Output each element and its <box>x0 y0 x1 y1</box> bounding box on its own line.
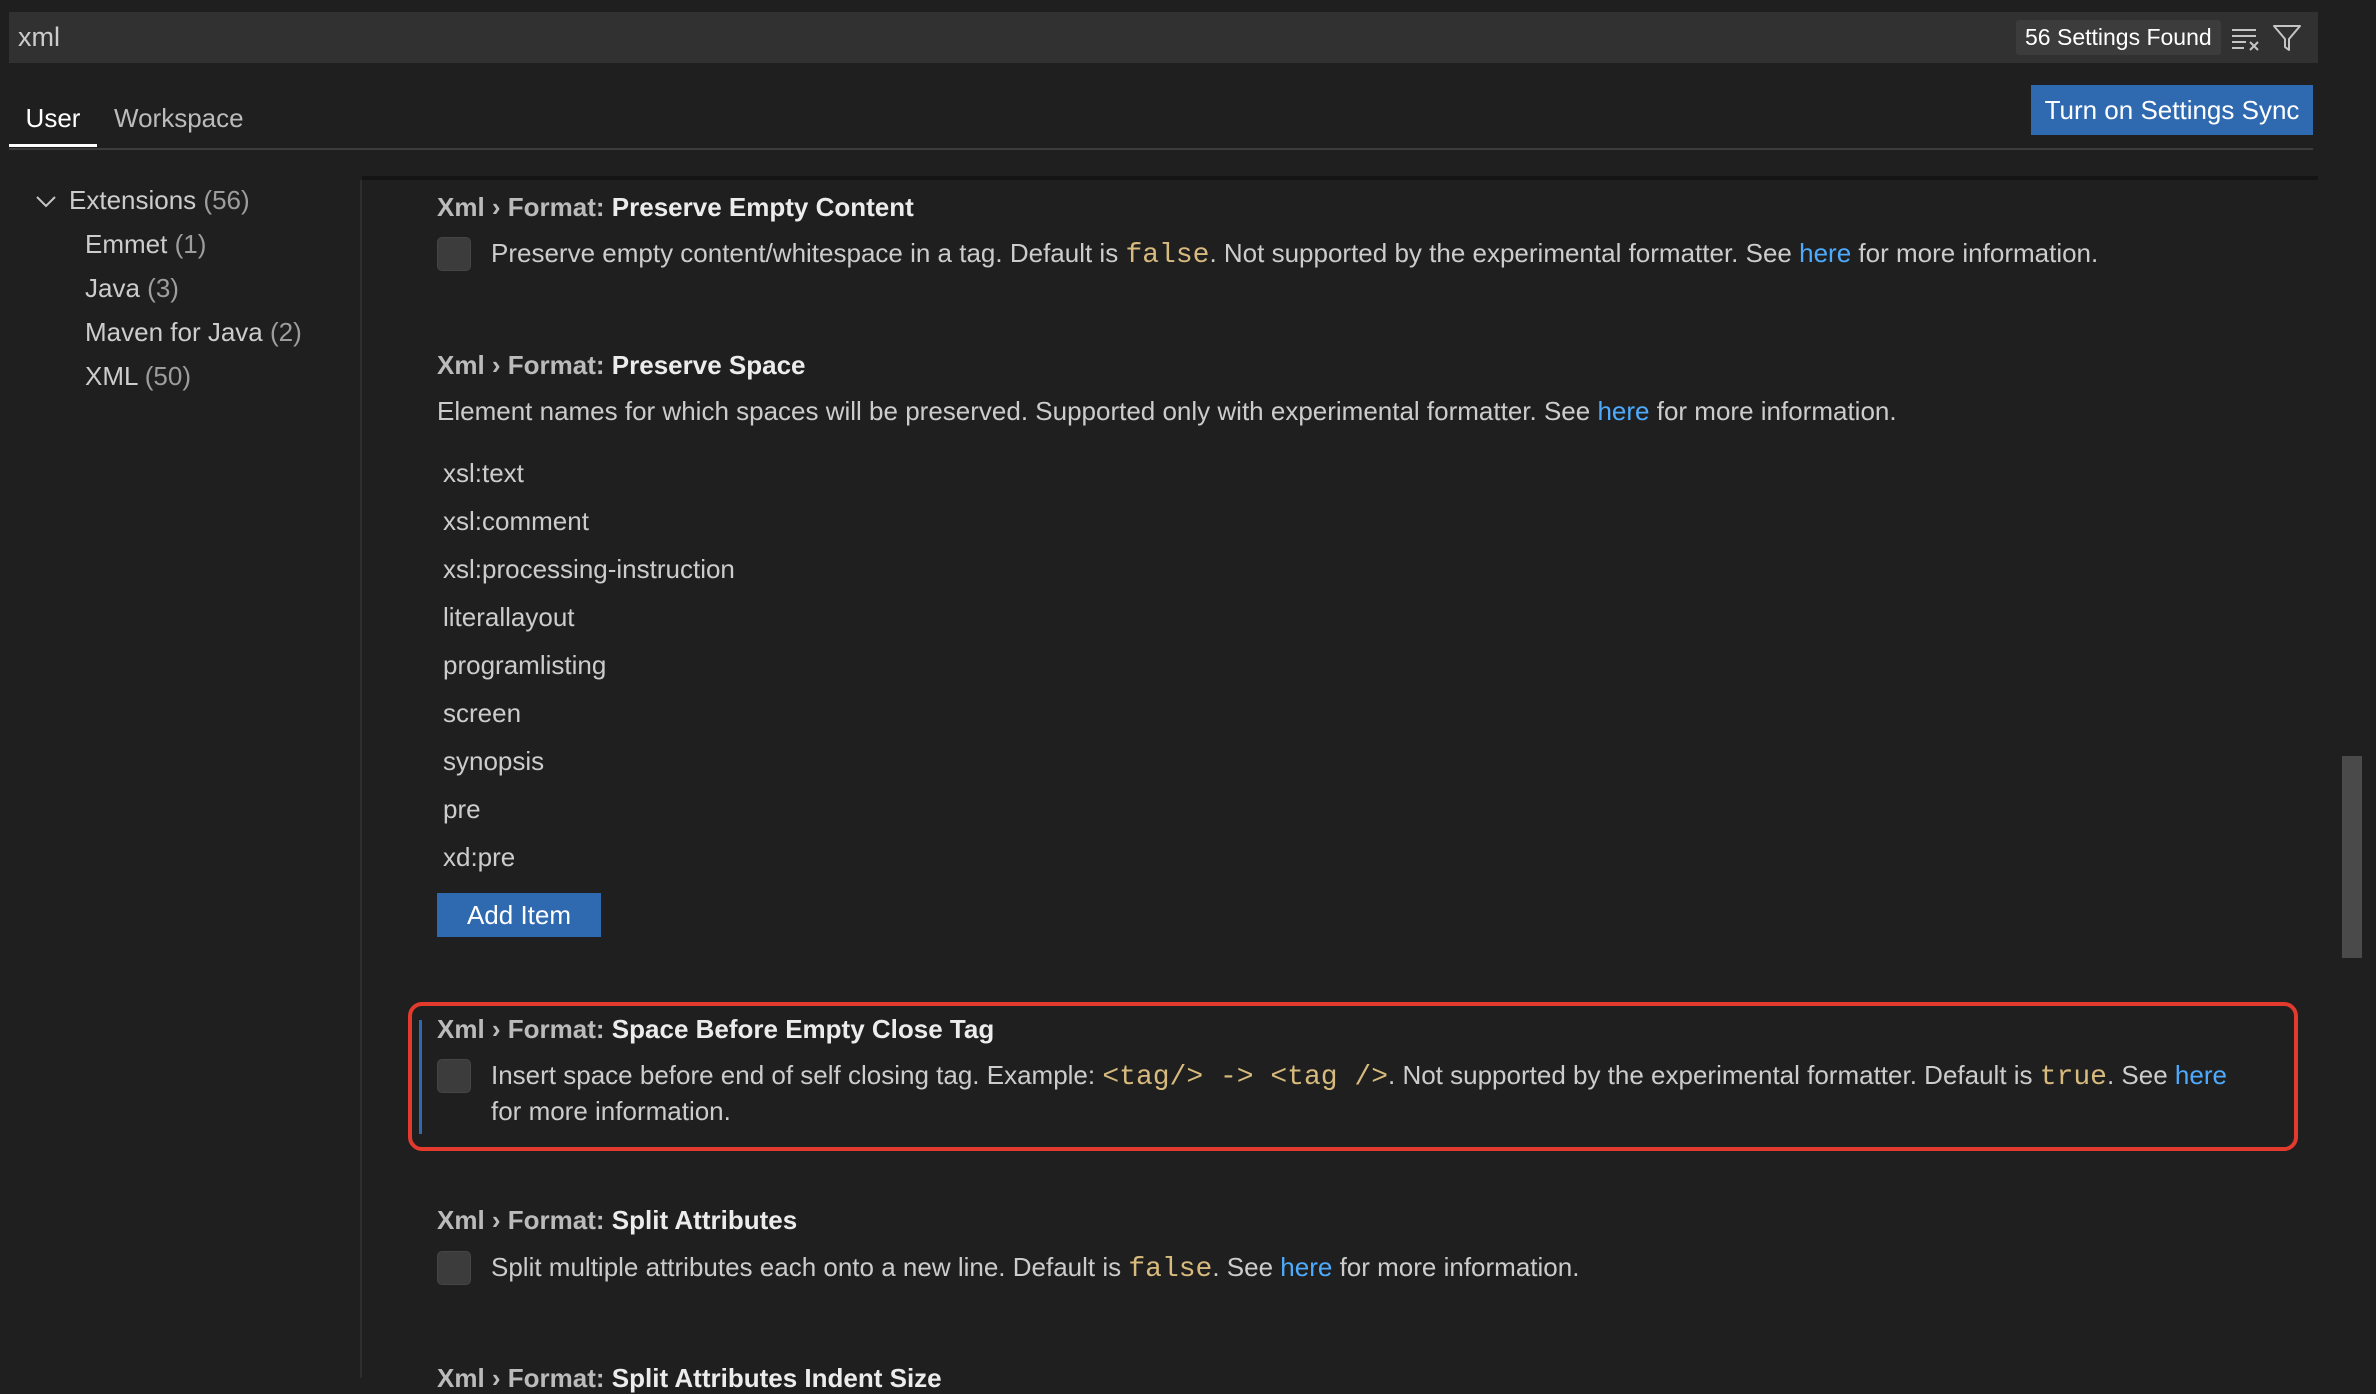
toc-count: (56) <box>203 185 250 215</box>
default-value-code: true <box>2039 1062 2107 1093</box>
preserve-empty-content-checkbox[interactable] <box>437 237 471 271</box>
description-text: Insert space before end of self closing … <box>491 1060 1103 1090</box>
description-text: . Not supported by the experimental form… <box>1388 1060 2040 1090</box>
filter-icon[interactable] <box>2271 22 2303 54</box>
toc-count: (1) <box>174 229 207 259</box>
here-link[interactable]: here <box>1280 1252 1332 1282</box>
description-text: for more information. <box>1332 1252 1580 1282</box>
setting-category: Xml › Format: <box>437 192 612 222</box>
list-item[interactable]: literallayout <box>443 593 575 641</box>
description-text: . See <box>1212 1252 1281 1282</box>
setting-name: Split Attributes <box>611 1205 798 1235</box>
toc-label: Extensions <box>69 185 197 215</box>
default-value-code: false <box>1128 1254 1213 1285</box>
scrollbar-thumb[interactable] <box>2342 756 2362 958</box>
results-count-badge: 56 Settings Found <box>2016 20 2221 55</box>
toc-label: Java <box>85 273 140 303</box>
header-shadow <box>362 176 2318 180</box>
toc-item-maven-for-java[interactable]: Maven for Java (2) <box>85 310 302 354</box>
clear-filter-icon[interactable] <box>2230 24 2262 52</box>
setting-category: Xml › Format: <box>437 1363 612 1393</box>
setting-description: Preserve empty content/whitespace in a t… <box>491 235 2098 274</box>
setting-name: Preserve Empty Content <box>611 192 914 222</box>
setting-description: Insert space before end of self closing … <box>491 1057 2227 1096</box>
description-text: . Not supported by the experimental form… <box>1209 238 1800 268</box>
focused-setting-indicator <box>419 1020 422 1134</box>
toc-item-xml[interactable]: XML (50) <box>85 354 191 398</box>
toc-item-extensions[interactable]: Extensions (56) <box>69 178 250 222</box>
toc-label: XML <box>85 361 138 391</box>
chevron-down-icon[interactable] <box>34 190 58 214</box>
setting-description-continued: for more information. <box>491 1096 731 1126</box>
add-item-button[interactable]: Add Item <box>437 893 601 937</box>
description-text: Element names for which spaces will be p… <box>437 396 1598 426</box>
example-code: <tag/> -> <tag /> <box>1102 1062 1388 1093</box>
setting-name: Split Attributes Indent Size <box>611 1363 942 1393</box>
list-item[interactable]: screen <box>443 689 521 737</box>
setting-title-space-before-empty-close-tag: Xml › Format: Space Before Empty Close T… <box>437 1014 994 1045</box>
setting-category: Xml › Format: <box>437 1014 612 1044</box>
toc-label: Emmet <box>85 229 168 259</box>
list-item[interactable]: xsl:processing-instruction <box>443 545 735 593</box>
setting-title-split-attributes-indent-size: Xml › Format: Split Attributes Indent Si… <box>437 1363 942 1394</box>
setting-title-preserve-empty-content: Xml › Format: Preserve Empty Content <box>437 192 914 223</box>
list-item[interactable]: xd:pre <box>443 833 515 881</box>
here-link[interactable]: here <box>2175 1060 2227 1090</box>
list-item[interactable]: programlisting <box>443 641 606 689</box>
turn-on-settings-sync-button[interactable]: Turn on Settings Sync <box>2031 85 2313 135</box>
toc-count: (3) <box>147 273 179 303</box>
setting-name: Preserve Space <box>611 350 806 380</box>
description-text: Split multiple attributes each onto a ne… <box>491 1252 1129 1282</box>
description-text: for more information. <box>1649 396 1897 426</box>
description-text: Preserve empty content/whitespace in a t… <box>491 238 1126 268</box>
tabs-divider <box>9 148 2313 150</box>
description-text: . See <box>2106 1060 2175 1090</box>
here-link[interactable]: here <box>1597 396 1649 426</box>
list-item[interactable]: xsl:text <box>443 449 524 497</box>
here-link[interactable]: here <box>1799 238 1851 268</box>
split-attributes-checkbox[interactable] <box>437 1251 471 1285</box>
tab-user[interactable]: User <box>9 95 97 147</box>
default-value-code: false <box>1125 240 1210 271</box>
tab-workspace[interactable]: Workspace <box>114 95 244 147</box>
toc-item-java[interactable]: Java (3) <box>85 266 179 310</box>
toc-item-emmet[interactable]: Emmet (1) <box>85 222 206 266</box>
setting-description: Split multiple attributes each onto a ne… <box>491 1249 1579 1288</box>
toc-count: (2) <box>269 317 302 347</box>
setting-category: Xml › Format: <box>437 350 612 380</box>
list-item[interactable]: xsl:comment <box>443 497 589 545</box>
setting-title-split-attributes: Xml › Format: Split Attributes <box>437 1205 797 1236</box>
toc-count: (50) <box>144 361 191 391</box>
setting-description: Element names for which spaces will be p… <box>437 393 1897 429</box>
setting-category: Xml › Format: <box>437 1205 612 1235</box>
list-item[interactable]: synopsis <box>443 737 544 785</box>
search-input[interactable]: xml <box>18 12 60 63</box>
description-text: for more information. <box>1851 238 2099 268</box>
search-bar[interactable] <box>9 12 2318 63</box>
setting-title-preserve-space: Xml › Format: Preserve Space <box>437 350 806 381</box>
setting-name: Space Before Empty Close Tag <box>611 1014 995 1044</box>
sidebar-divider <box>360 180 362 1378</box>
space-before-empty-close-tag-checkbox[interactable] <box>437 1059 471 1093</box>
toc-label: Maven for Java <box>85 317 263 347</box>
list-item[interactable]: pre <box>443 785 481 833</box>
